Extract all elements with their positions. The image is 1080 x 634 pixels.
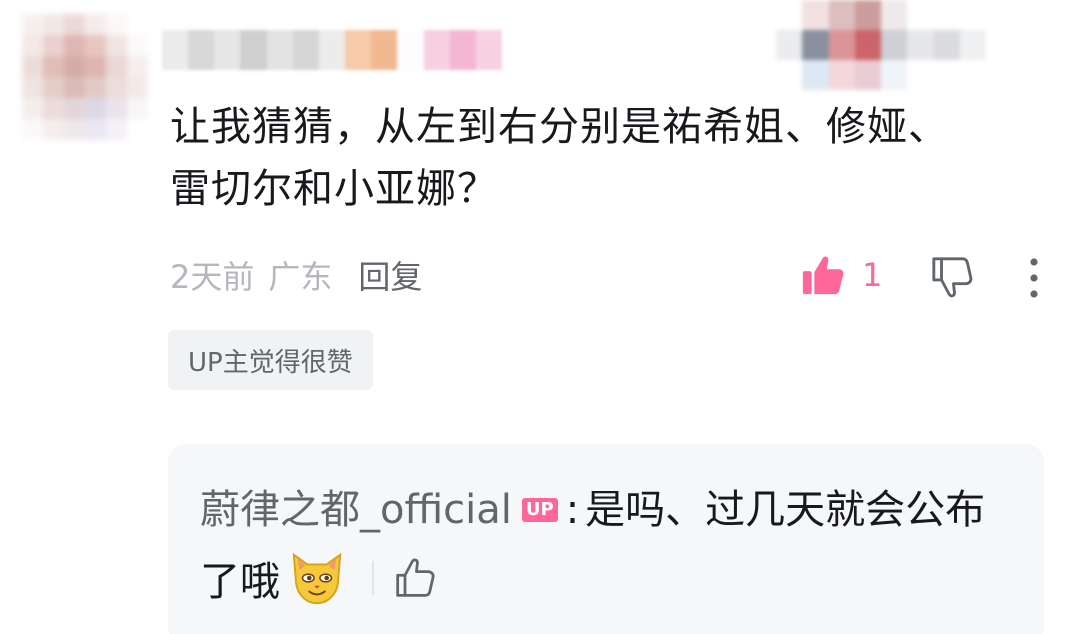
comment-location: 广东 — [268, 258, 333, 296]
reply-text-line2: 了哦 — [200, 559, 280, 605]
like-button[interactable]: 1 — [800, 250, 882, 300]
reply-line1: 蔚律之都_official UP : 是吗、过几天就会公布 — [200, 482, 985, 538]
thumb-up-outline-icon[interactable] — [394, 556, 438, 600]
up-tag: UP — [521, 498, 558, 522]
up-liked-badge: UP主觉得很赞 — [168, 330, 373, 390]
comment-body-line1: 让我猜猜，从左到右分别是祐希姐、修娅、 — [170, 104, 949, 150]
reply-preview-box[interactable]: 蔚律之都_official UP : 是吗、过几天就会公布 了哦 — [168, 444, 1044, 634]
avatar[interactable] — [22, 14, 148, 140]
reply-line2: 了哦 — [200, 548, 438, 608]
reply-button[interactable]: 回复 — [358, 252, 422, 298]
comment-time: 2天前 — [170, 258, 255, 296]
more-vertical-icon[interactable] — [1022, 256, 1046, 300]
reply-divider — [372, 561, 374, 595]
reply-author[interactable]: 蔚律之都_official — [200, 482, 512, 538]
reply-colon: : — [565, 487, 580, 533]
comment-screen: 让我猜猜，从左到右分别是祐希姐、修娅、 雷切尔和小亚娜？ 2天前 广东 回复 1… — [0, 0, 1080, 634]
like-count: 1 — [862, 256, 883, 294]
reply-text-line1: 是吗、过几天就会公布 — [585, 487, 986, 533]
comment-meta: 2天前 广东 回复 — [170, 252, 422, 298]
comment-body: 让我猜猜，从左到右分别是祐希姐、修娅、 雷切尔和小亚娜？ — [170, 96, 1030, 220]
avatar-pendant-blurred — [776, 0, 986, 90]
cat-face-emoji-icon — [292, 552, 342, 605]
username-blurred[interactable] — [162, 30, 503, 70]
thumb-down-outline-icon[interactable] — [930, 254, 976, 300]
comment-body-line2: 雷切尔和小亚娜？ — [170, 166, 498, 212]
thumb-up-filled-icon — [802, 256, 844, 295]
